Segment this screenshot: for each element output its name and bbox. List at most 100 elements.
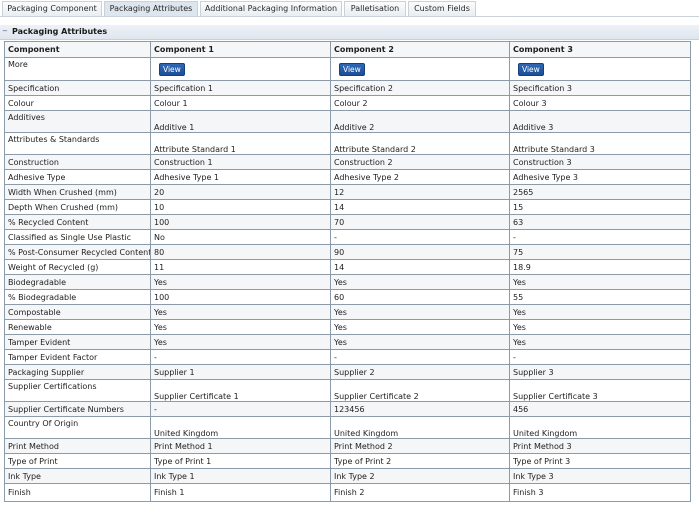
tab-label: Packaging Attributes (109, 4, 193, 13)
row-label: Additives (4, 110, 151, 133)
table-cell: 456 (509, 401, 691, 417)
table-header-row: Component Component 1 Component 2 Compon… (4, 41, 691, 58)
table-row: Width When Crushed (mm) 20 12 2565 (4, 184, 691, 200)
table-cell: Additive 1 (150, 110, 331, 133)
table-row: Ink Type Ink Type 1 Ink Type 2 Ink Type 3 (4, 468, 691, 484)
table-row: Renewable Yes Yes Yes (4, 319, 691, 335)
table-cell: 10 (150, 199, 331, 215)
table-cell: - (330, 229, 510, 245)
table-row: Print Method Print Method 1 Print Method 2… (4, 438, 691, 454)
table-row: Compostable Yes Yes Yes (4, 304, 691, 320)
table-cell: Yes (330, 274, 510, 290)
table-cell: 100 (150, 289, 331, 305)
table-cell: Adhesive Type 2 (330, 169, 510, 185)
table-cell: 18.9 (509, 259, 691, 275)
column-header: Component 3 (509, 41, 691, 58)
table-cell: Yes (330, 319, 510, 335)
table-row: Country Of Origin United Kingdom United Ki… (4, 416, 691, 439)
table-cell: Print Method 2 (330, 438, 510, 454)
table-cell: 14 (330, 259, 510, 275)
table-row: Packaging Supplier Supplier 1 Supplier 2 Su… (4, 364, 691, 380)
tab-palletisation[interactable]: Palletisation (344, 1, 406, 16)
table-cell: 70 (330, 214, 510, 230)
table-cell: Finish 1 (150, 483, 331, 502)
table-cell: United Kingdom (509, 416, 691, 439)
row-label: Type of Print (4, 453, 151, 469)
table-cell: 60 (330, 289, 510, 305)
row-label: Depth When Crushed (mm) (4, 199, 151, 215)
row-label: Construction (4, 154, 151, 170)
table-row: % Post-Consumer Recycled Content 80 90 75 (4, 244, 691, 260)
tab-label: Custom Fields (414, 4, 470, 13)
table-body: More View View View Specification Specificati… (4, 57, 691, 502)
column-header: Component 2 (330, 41, 510, 58)
view-cell: View (509, 57, 691, 81)
table-cell: United Kingdom (150, 416, 331, 439)
table-cell: 11 (150, 259, 331, 275)
table-cell: 75 (509, 244, 691, 260)
row-label: Supplier Certifications (4, 379, 151, 402)
view-cell: View (150, 57, 331, 81)
table-cell: Supplier Certificate 1 (150, 379, 331, 402)
table-cell: 12 (330, 184, 510, 200)
table-cell: Ink Type 1 (150, 468, 331, 484)
table-cell: Finish 2 (330, 483, 510, 502)
table-cell: Ink Type 2 (330, 468, 510, 484)
table-cell: Adhesive Type 3 (509, 169, 691, 185)
table-cell: Colour 1 (150, 95, 331, 111)
view-button[interactable]: View (518, 62, 544, 76)
row-label: Attributes & Standards (4, 132, 151, 155)
table-cell: Yes (509, 334, 691, 350)
table-cell: 90 (330, 244, 510, 260)
packaging-attributes-table: Component Component 1 Component 2 Compon… (4, 41, 691, 502)
table-cell: Finish 3 (509, 483, 691, 502)
row-label: Weight of Recycled (g) (4, 259, 151, 275)
table-cell: Specification 3 (509, 80, 691, 96)
table-cell: Print Method 1 (150, 438, 331, 454)
tab-packaging-attributes[interactable]: Packaging Attributes (104, 1, 198, 16)
table-row: Biodegradable Yes Yes Yes (4, 274, 691, 290)
table-row: Colour Colour 1 Colour 2 Colour 3 (4, 95, 691, 111)
table-row: Weight of Recycled (g) 11 14 18.9 (4, 259, 691, 275)
row-label: % Biodegradable (4, 289, 151, 305)
row-label: More (4, 57, 151, 81)
table-row: Additives Additive 1 Additive 2 Additive 3 (4, 110, 691, 133)
row-label: Biodegradable (4, 274, 151, 290)
table-cell: Construction 1 (150, 154, 331, 170)
table-row: Attributes & Standards Attribute Standard… (4, 132, 691, 155)
table-cell: Type of Print 2 (330, 453, 510, 469)
view-button[interactable]: View (159, 62, 185, 76)
tab-custom-fields[interactable]: Custom Fields (408, 1, 476, 16)
table-row: Type of Print Type of Print 1 Type of Prin… (4, 453, 691, 469)
table-cell: 14 (330, 199, 510, 215)
table-cell: Yes (509, 304, 691, 320)
table-row: Supplier Certifications Supplier Certific… (4, 379, 691, 402)
table-cell: - (330, 349, 510, 365)
row-label: Width When Crushed (mm) (4, 184, 151, 200)
table-cell: 123456 (330, 401, 510, 417)
column-header: Component 1 (150, 41, 331, 58)
row-label: Country Of Origin (4, 416, 151, 439)
table-cell: Attribute Standard 1 (150, 132, 331, 155)
table-cell: 2565 (509, 184, 691, 200)
row-label: Tamper Evident (4, 334, 151, 350)
tab-bar: Packaging Component Packaging Attributes… (0, 0, 699, 17)
table-cell: 63 (509, 214, 691, 230)
table-cell: 55 (509, 289, 691, 305)
view-button[interactable]: View (339, 62, 365, 76)
table-row: Tamper Evident Yes Yes Yes (4, 334, 691, 350)
collapse-icon[interactable]: − (2, 28, 8, 35)
row-label: Compostable (4, 304, 151, 320)
tab-packaging-component[interactable]: Packaging Component (2, 1, 102, 16)
table-cell: Colour 2 (330, 95, 510, 111)
table-cell: Ink Type 3 (509, 468, 691, 484)
tab-label: Additional Packaging Information (204, 4, 338, 13)
row-label: Finish (4, 483, 151, 502)
table-cell: Colour 3 (509, 95, 691, 111)
table-cell: Yes (509, 274, 691, 290)
table-cell: Supplier Certificate 2 (330, 379, 510, 402)
row-label: % Post-Consumer Recycled Content (4, 244, 151, 260)
tab-additional-packaging-information[interactable]: Additional Packaging Information (200, 1, 342, 16)
table-cell: Yes (150, 334, 331, 350)
table-cell: Supplier 1 (150, 364, 331, 380)
